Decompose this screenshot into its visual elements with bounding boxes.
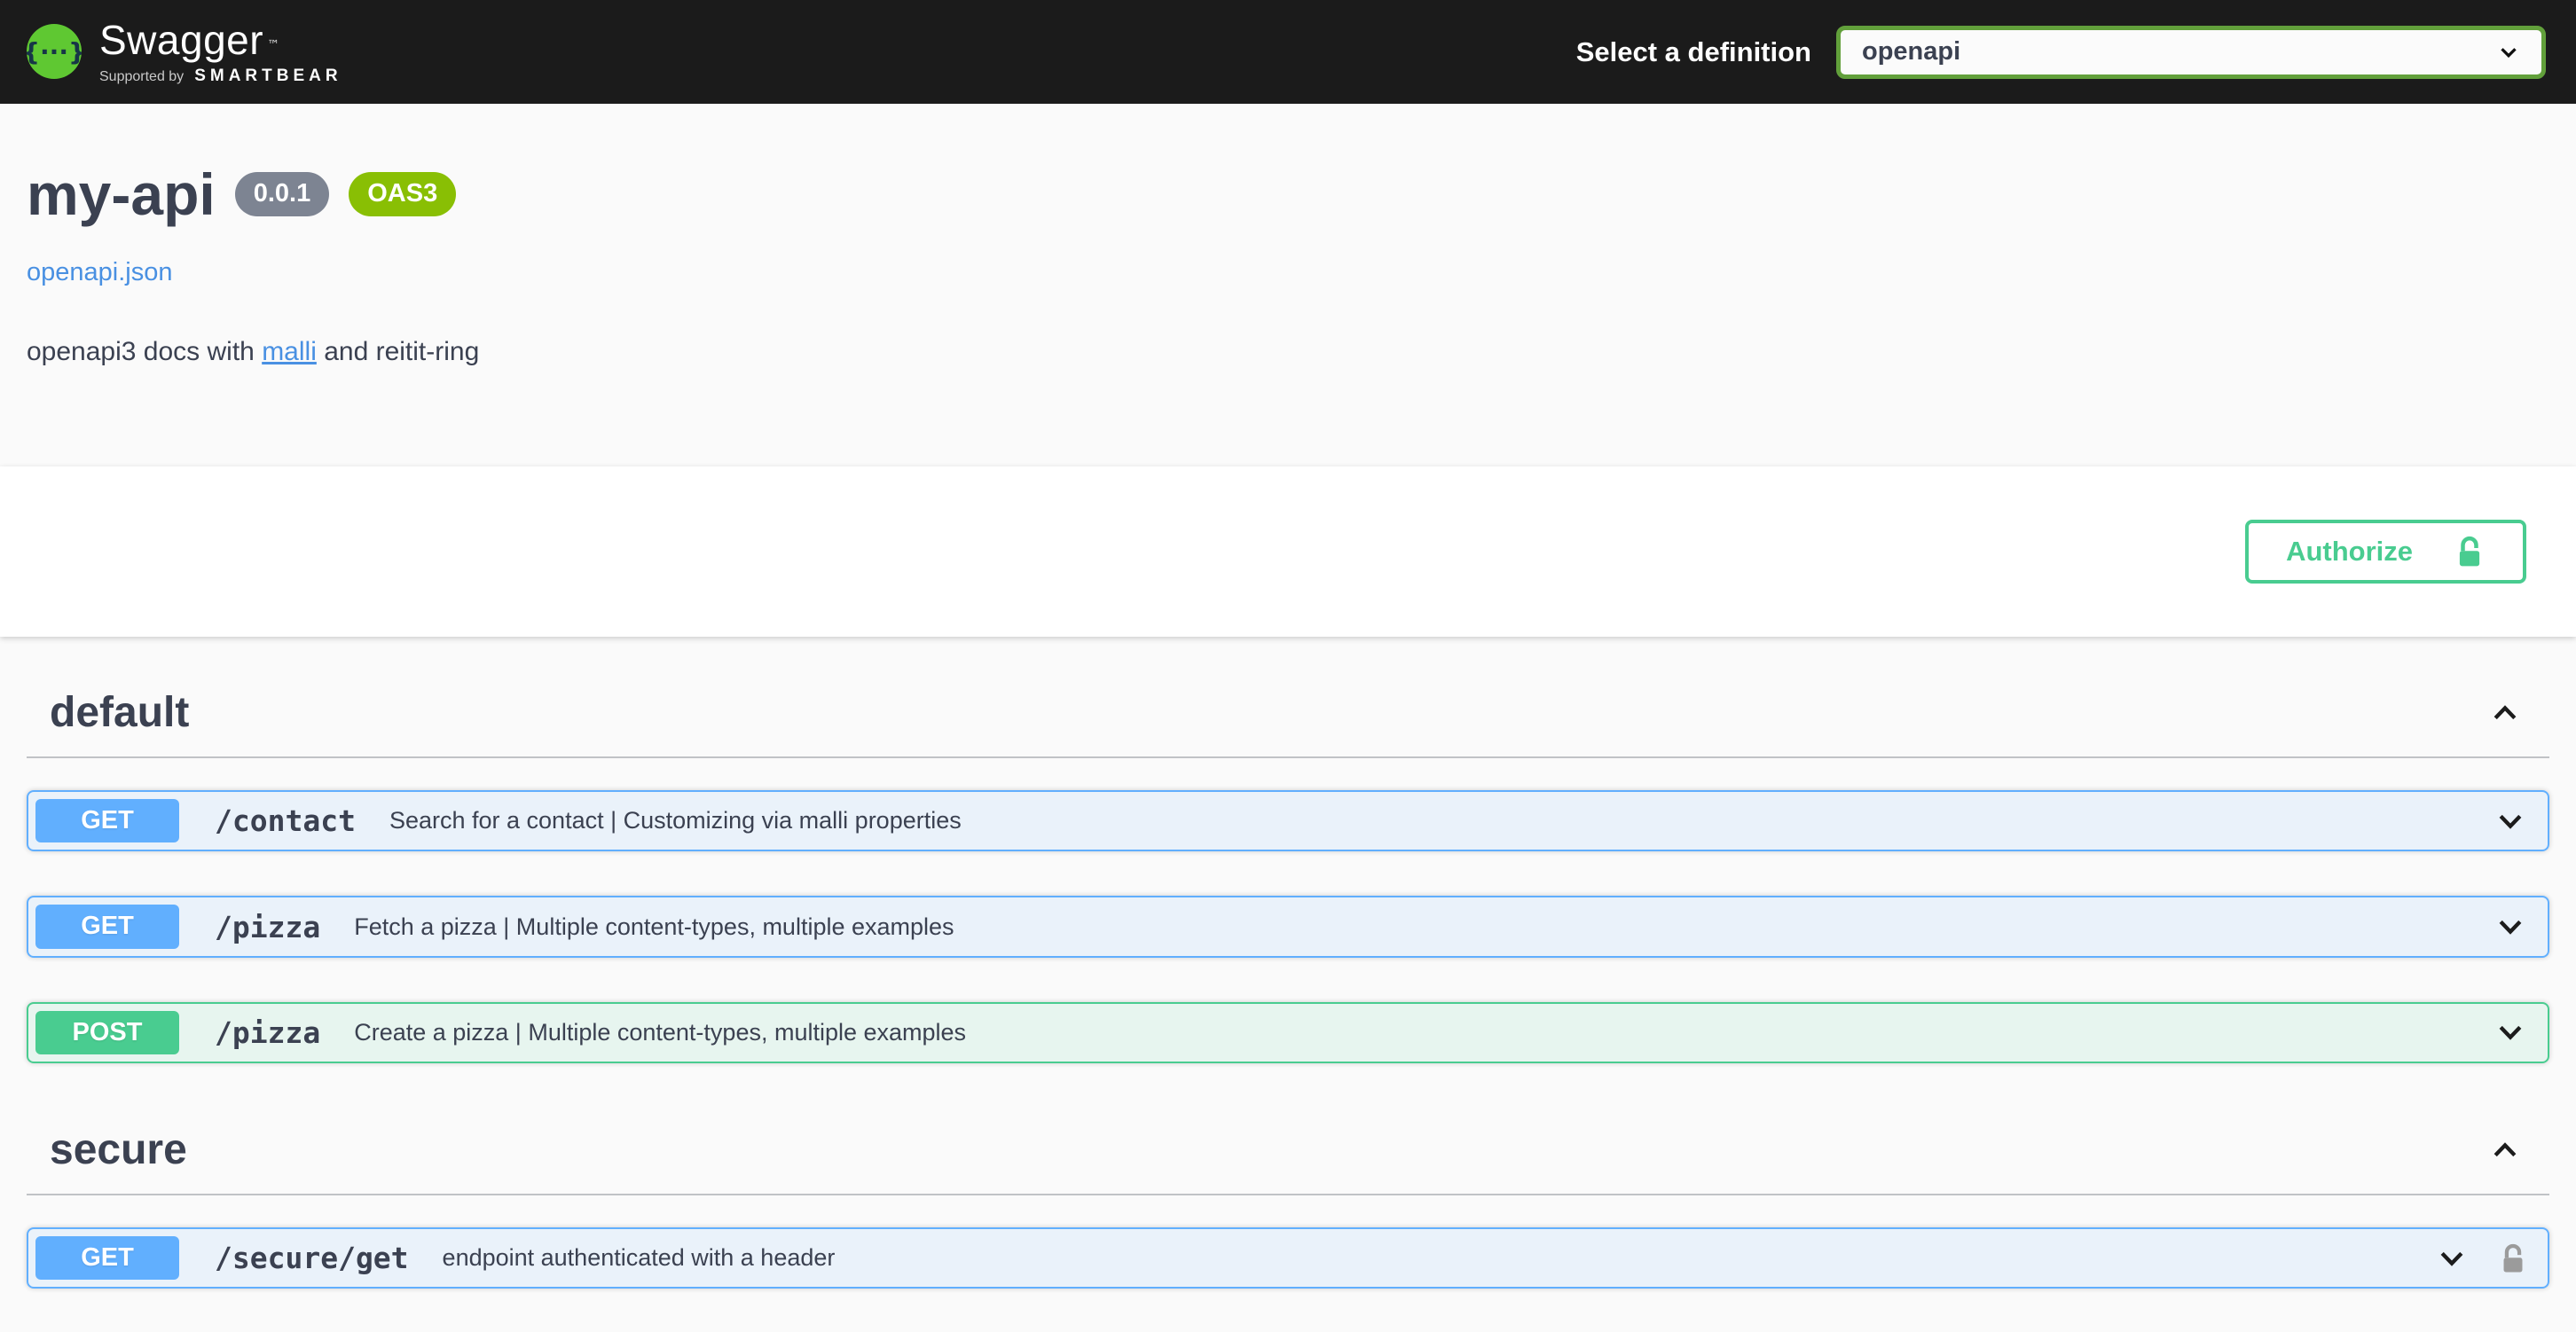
authorize-button-label: Authorize — [2286, 536, 2413, 568]
section-title: default — [50, 688, 189, 737]
opblock-summary[interactable]: GET /secure/get endpoint authenticated w… — [28, 1229, 2548, 1287]
section-title: secure — [50, 1125, 187, 1174]
authorize-button[interactable]: Authorize — [2245, 520, 2526, 584]
operation-path[interactable]: /contact — [215, 803, 356, 838]
chevron-up-icon[interactable] — [2487, 1132, 2523, 1168]
scheme-container: Authorize — [0, 466, 2576, 637]
swagger-logo-icon: {···} — [27, 24, 82, 79]
method-badge: GET — [35, 905, 179, 948]
svg-text:{···}: {···} — [27, 37, 82, 67]
method-badge: GET — [35, 1236, 179, 1280]
api-title-row: my-api 0.0.1 OAS3 — [27, 161, 2549, 228]
section-header-secure[interactable]: secure — [27, 1108, 2549, 1195]
malli-link[interactable]: malli — [262, 337, 317, 366]
api-info-section: my-api 0.0.1 OAS3 openapi.json openapi3 … — [0, 104, 2576, 466]
definition-selector-area: Select a definition openapi — [1576, 26, 2546, 79]
opblock-summary[interactable]: GET /pizza Fetch a pizza | Multiple cont… — [28, 897, 2548, 955]
expand-operation-button[interactable] — [2493, 1015, 2528, 1050]
topbar: {···} Swagger ™ Supported by SMARTBEAR Se… — [0, 0, 2576, 104]
definition-select-label: Select a definition — [1576, 36, 1811, 68]
oas3-badge: OAS3 — [349, 172, 456, 216]
chevron-down-icon — [2495, 39, 2522, 66]
chevron-down-icon — [2434, 1241, 2470, 1276]
chevron-up-icon[interactable] — [2487, 695, 2523, 731]
unlocked-padlock-icon — [2498, 1241, 2528, 1276]
chevron-down-icon — [2493, 909, 2528, 944]
method-badge: GET — [35, 799, 179, 842]
operation-description: Search for a contact | Customizing via m… — [389, 807, 962, 834]
auth-wrapper: Authorize — [27, 520, 2549, 584]
section-header-default[interactable]: default — [27, 670, 2549, 758]
definition-select[interactable]: openapi — [1836, 26, 2546, 79]
operation-path[interactable]: /secure/get — [215, 1241, 409, 1275]
spec-file-link[interactable]: openapi.json — [27, 258, 172, 287]
trademark-symbol: ™ — [267, 38, 279, 52]
operation-description: Create a pizza | Multiple content-types,… — [354, 1019, 966, 1046]
expand-operation-button[interactable] — [2434, 1241, 2470, 1276]
operations-wrapper: default GET /contact Search for a contac… — [0, 637, 2576, 1289]
operation-path[interactable]: /pizza — [215, 1015, 320, 1050]
tagline-prefix: Supported by — [99, 70, 184, 85]
opblock-get-secure-get: GET /secure/get endpoint authenticated w… — [27, 1227, 2549, 1289]
brand-tagline: Supported by SMARTBEAR — [99, 67, 342, 85]
opblock-get-contact: GET /contact Search for a contact | Cust… — [27, 790, 2549, 851]
brand-text: Swagger ™ Supported by SMARTBEAR — [99, 19, 342, 84]
tagline-smartbear: SMARTBEAR — [194, 67, 342, 85]
chevron-down-icon — [2493, 1015, 2528, 1050]
method-badge: POST — [35, 1011, 179, 1054]
operation-path[interactable]: /pizza — [215, 910, 320, 944]
swagger-logo-link[interactable]: {···} Swagger ™ Supported by SMARTBEAR — [27, 19, 342, 84]
brand-name: Swagger — [99, 17, 263, 63]
opblock-post-pizza: POST /pizza Create a pizza | Multiple co… — [27, 1002, 2549, 1063]
description-prefix: openapi3 docs with — [27, 337, 262, 366]
version-badge: 0.0.1 — [235, 172, 330, 216]
expand-operation-button[interactable] — [2493, 909, 2528, 944]
opblock-summary[interactable]: GET /contact Search for a contact | Cust… — [28, 792, 2548, 850]
operation-description: Fetch a pizza | Multiple content-types, … — [354, 913, 954, 941]
expand-operation-button[interactable] — [2493, 803, 2528, 839]
unlocked-padlock-icon — [2454, 533, 2486, 570]
chevron-down-icon — [2493, 803, 2528, 839]
opblock-summary[interactable]: POST /pizza Create a pizza | Multiple co… — [28, 1004, 2548, 1062]
operation-auth-button[interactable] — [2498, 1241, 2528, 1276]
page-title: my-api — [27, 161, 216, 228]
api-description: openapi3 docs with malli and reitit-ring — [27, 337, 2549, 367]
opblock-get-pizza: GET /pizza Fetch a pizza | Multiple cont… — [27, 896, 2549, 957]
description-suffix: and reitit-ring — [317, 337, 479, 366]
operation-description: endpoint authenticated with a header — [443, 1244, 836, 1272]
definition-select-value: openapi — [1862, 37, 1960, 67]
